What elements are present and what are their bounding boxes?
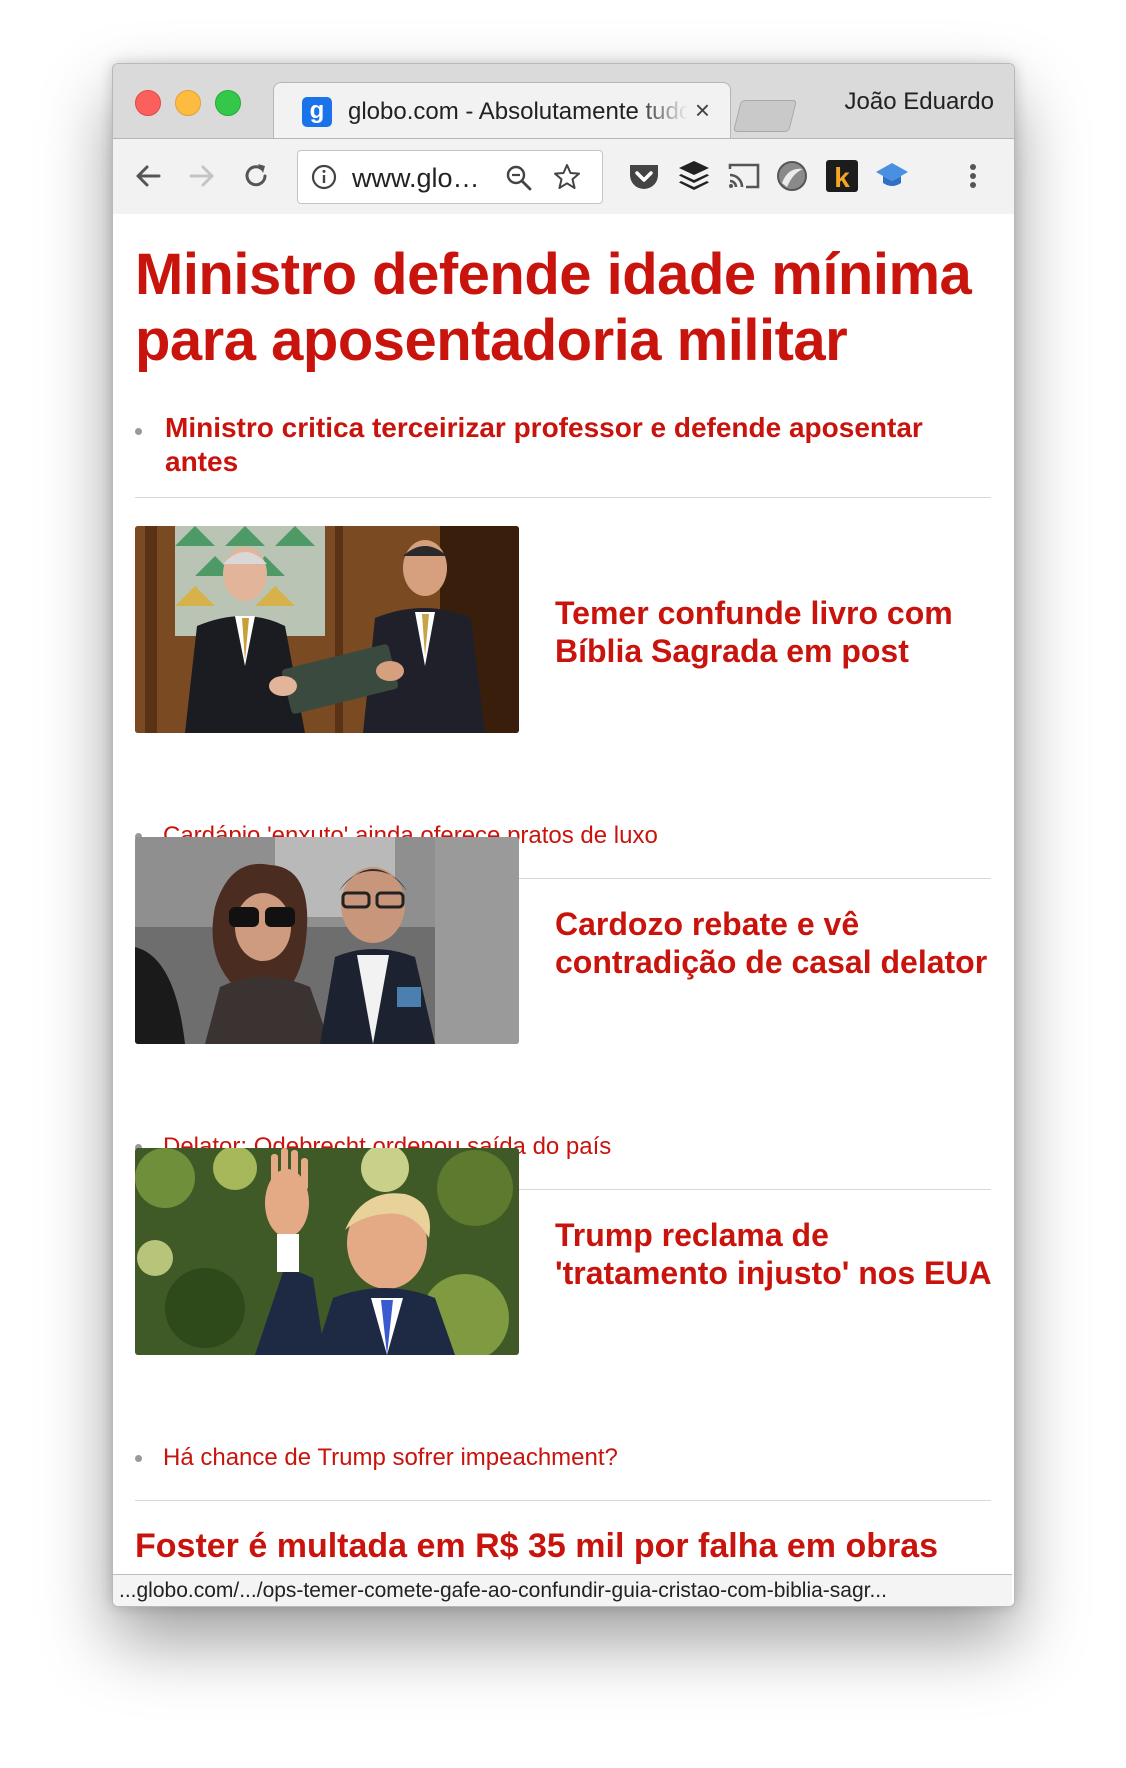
main-headline-sub[interactable]: Ministro critica terceirizar professor e… (165, 411, 925, 479)
address-bar[interactable]: www.globo.com (297, 150, 603, 204)
page-content: Ministro defende idade mínima para apose… (113, 214, 1014, 1606)
forward-arrow-icon[interactable] (183, 157, 221, 195)
close-window-button[interactable] (135, 90, 161, 116)
cast-icon[interactable] (725, 157, 763, 195)
menu-dots-icon[interactable] (963, 157, 983, 195)
bookmark-star-icon[interactable] (552, 162, 582, 192)
divider (135, 1500, 991, 1501)
toolbar: www.globo.com (113, 138, 1014, 215)
extension-k-icon[interactable]: k (823, 157, 861, 195)
tab-close-icon[interactable]: × (695, 95, 710, 125)
minimize-window-button[interactable] (175, 90, 201, 116)
pocket-icon[interactable] (625, 157, 663, 195)
extension-cap-icon[interactable] (873, 157, 911, 195)
maximize-window-button[interactable] (215, 90, 241, 116)
main-headline[interactable]: Ministro defende idade mínima para apose… (135, 242, 995, 374)
buffer-icon[interactable] (675, 157, 713, 195)
url-text[interactable]: www.globo.com (352, 163, 492, 194)
story-1-title[interactable]: Temer confunde livro com Bíblia Sagrada … (555, 594, 995, 670)
story-3-photo[interactable] (135, 1148, 519, 1355)
profile-name[interactable]: João Eduardo (845, 88, 994, 116)
extension-globe-icon[interactable] (773, 157, 811, 195)
reload-icon[interactable] (237, 157, 275, 195)
story-2-photo[interactable] (135, 837, 519, 1044)
story-1-photo[interactable] (135, 526, 519, 733)
zoom-icon[interactable] (504, 163, 534, 193)
browser-window: g globo.com - Absolutamente tudo sobre n… (112, 63, 1015, 1607)
back-arrow-icon[interactable] (129, 157, 167, 195)
status-bar-url: ...globo.com/.../ops-temer-comete-gafe-a… (113, 1574, 1012, 1606)
foster-headline[interactable]: Foster é multada em R$ 35 mil por falha … (135, 1526, 995, 1566)
divider (135, 497, 991, 498)
info-icon[interactable] (310, 163, 338, 191)
tab-bar: g globo.com - Absolutamente tudo sobre n… (113, 64, 1014, 139)
story-2-title[interactable]: Cardozo rebate e vê contradição de casal… (555, 905, 995, 981)
active-tab[interactable]: g globo.com - Absolutamente tudo sobre n… (273, 82, 731, 139)
globo-favicon-icon: g (302, 97, 332, 127)
bullet-dot (135, 1455, 142, 1462)
tab-title: globo.com - Absolutamente tudo sobre not… (348, 98, 688, 125)
bullet-dot (135, 428, 142, 435)
svg-text:k: k (834, 162, 850, 193)
new-tab-button[interactable] (733, 100, 797, 132)
story-3-title[interactable]: Trump reclama de 'tratamento injusto' no… (555, 1216, 995, 1292)
story-3-sub[interactable]: Há chance de Trump sofrer impeachment? (163, 1443, 618, 1473)
